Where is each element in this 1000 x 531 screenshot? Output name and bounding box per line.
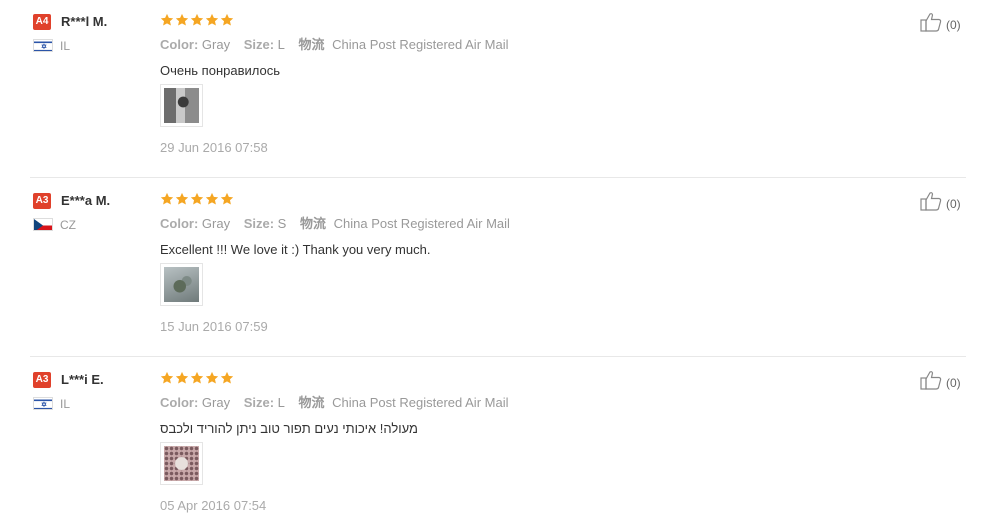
- star-icon: [220, 192, 234, 206]
- shipping-icon: 物流: [298, 37, 325, 52]
- color-label: Color:: [160, 395, 199, 410]
- czech-flag-icon: [33, 218, 53, 231]
- buyer-country: IL: [60, 39, 71, 53]
- helpful-count: (0): [946, 375, 961, 390]
- helpful-button[interactable]: (0): [920, 12, 961, 37]
- feedback-text: Очень понравилось: [160, 63, 280, 78]
- thumbs-up-icon: [920, 191, 942, 216]
- helpful-count: (0): [946, 196, 961, 211]
- feedback-text: Excellent !!! We love it :) Thank you ve…: [160, 242, 431, 257]
- buyer-level-badge: A3: [33, 372, 51, 388]
- size-value: S: [277, 216, 287, 231]
- review-date: 05 Apr 2016 07:54: [160, 498, 267, 513]
- review-date: 15 Jun 2016 07:59: [160, 319, 268, 334]
- helpful-button[interactable]: (0): [920, 191, 961, 216]
- shipping-method: China Post Registered Air Mail: [332, 395, 509, 410]
- star-icon: [190, 13, 204, 27]
- review-photo: [164, 88, 199, 123]
- color-label: Color:: [160, 216, 199, 231]
- israel-flag-icon: [33, 39, 53, 52]
- review-photo-thumbnail[interactable]: [160, 263, 203, 306]
- review-photo: [164, 267, 199, 302]
- review-date: 29 Jun 2016 07:58: [160, 140, 268, 155]
- shipping-method: China Post Registered Air Mail: [332, 37, 509, 52]
- size-label: Size:: [243, 37, 275, 52]
- helpful-button[interactable]: (0): [920, 370, 961, 395]
- buyer-country: CZ: [60, 218, 76, 232]
- thumbs-up-icon: [920, 12, 942, 37]
- israel-flag-icon: [33, 397, 53, 410]
- star-icon: [175, 13, 189, 27]
- color-value: Gray: [201, 216, 231, 231]
- order-attributes: Color: Gray Size: L 物流 China Post Regist…: [160, 37, 508, 53]
- star-icon: [160, 192, 174, 206]
- star-icon: [190, 371, 204, 385]
- star-rating: [160, 371, 234, 388]
- star-icon: [205, 192, 219, 206]
- shipping-method: China Post Registered Air Mail: [333, 216, 510, 231]
- size-label: Size:: [243, 395, 275, 410]
- review-photo: [164, 446, 199, 481]
- shipping-icon: 物流: [299, 216, 326, 231]
- review-divider: [30, 356, 966, 357]
- star-icon: [160, 371, 174, 385]
- star-icon: [220, 13, 234, 27]
- buyer-level-badge: A4: [33, 14, 51, 30]
- star-icon: [190, 192, 204, 206]
- star-rating: [160, 13, 234, 30]
- order-attributes: Color: Gray Size: L 物流 China Post Regist…: [160, 395, 508, 411]
- helpful-count: (0): [946, 17, 961, 32]
- order-attributes: Color: Gray Size: S 物流 China Post Regist…: [160, 216, 510, 232]
- color-value: Gray: [201, 395, 231, 410]
- shipping-icon: 物流: [298, 395, 325, 410]
- buyer-name: L***i E.: [61, 372, 104, 387]
- buyer-name: E***a M.: [61, 193, 111, 208]
- review-photo-thumbnail[interactable]: [160, 442, 203, 485]
- buyer-country: IL: [60, 397, 71, 411]
- star-icon: [220, 371, 234, 385]
- star-icon: [175, 192, 189, 206]
- buyer-name: R***l M.: [61, 14, 108, 29]
- star-rating: [160, 192, 234, 209]
- star-icon: [160, 13, 174, 27]
- color-label: Color:: [160, 37, 199, 52]
- star-icon: [175, 371, 189, 385]
- review-photo-thumbnail[interactable]: [160, 84, 203, 127]
- buyer-level-badge: A3: [33, 193, 51, 209]
- color-value: Gray: [201, 37, 231, 52]
- review-divider: [30, 177, 966, 178]
- star-icon: [205, 371, 219, 385]
- thumbs-up-icon: [920, 370, 942, 395]
- size-value: L: [277, 395, 285, 410]
- size-label: Size:: [243, 216, 275, 231]
- star-icon: [205, 13, 219, 27]
- size-value: L: [277, 37, 285, 52]
- feedback-text: מעולה! איכותי נעים תפור טוב ניתן להוריד …: [160, 421, 418, 436]
